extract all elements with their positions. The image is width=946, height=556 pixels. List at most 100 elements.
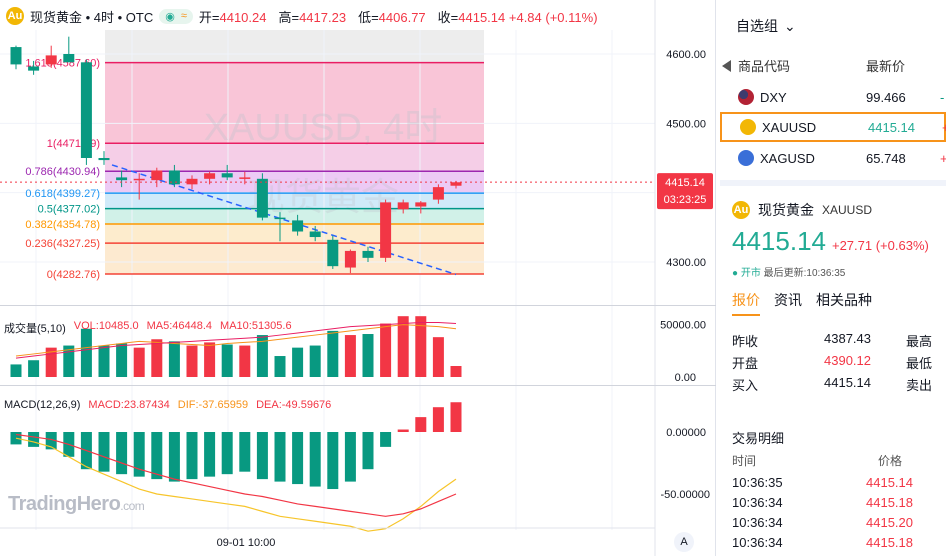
ma5-value: MA5:46448.4 <box>146 320 213 332</box>
fib-label: 0.786(4430.94) <box>25 166 100 178</box>
macd-legend-title: MACD(12,26,9) <box>4 399 81 411</box>
trade-time: 10:36:34 <box>732 515 783 530</box>
candle-body <box>362 250 374 258</box>
volume-bar <box>292 347 304 377</box>
bar-countdown: 03:23:25 <box>664 194 707 206</box>
macd-histogram-bar <box>168 432 180 482</box>
close-value: 4415.14 +4.84 (+0.11%) <box>458 9 598 25</box>
watchlist-change: + <box>940 150 946 166</box>
macd-histogram-bar <box>397 429 409 432</box>
detail-tabs: 报价 资讯 相关品种 <box>732 290 872 316</box>
candle-body <box>45 55 57 65</box>
trade-price: 4415.18 <box>866 535 913 550</box>
candle-body <box>28 66 40 71</box>
watermark-name: 现货黄金 <box>247 177 399 219</box>
macd-histogram-bar <box>344 432 356 482</box>
fib-zone <box>105 243 484 274</box>
candle-body <box>344 250 356 268</box>
chart-header: Au 现货黄金 • 4时 • OTC ◉ ≈ 开=4410.24 高=4417.… <box>0 0 660 32</box>
detail-change: +27.71 (+0.63%) <box>831 238 929 253</box>
macd-legend: MACD(12,26,9) MACD:23.87434 DIF:-37.6595… <box>4 399 331 411</box>
volume-tick: 50000.00 <box>660 320 706 332</box>
watchlist-selector[interactable]: 自选组 ⌄ <box>736 16 796 36</box>
logo-name: TradingHero <box>8 493 121 515</box>
volume-bar <box>432 337 444 377</box>
watchlist-price: 65.748 <box>866 150 906 166</box>
watchlist-price: 4415.14 <box>868 119 915 135</box>
volume-pane-divider[interactable] <box>0 305 716 306</box>
tab-news[interactable]: 资讯 <box>774 290 802 316</box>
symbol-title[interactable]: 现货黄金 • 4时 • OTC <box>30 7 153 26</box>
candle-body <box>239 177 251 179</box>
quote-key-2: 卖出 <box>906 378 933 393</box>
quote-key: 开盘 <box>732 356 759 371</box>
trade-price: 4415.18 <box>866 495 913 510</box>
dif-value: DIF:-37.65959 <box>177 399 249 411</box>
indicator-pill[interactable]: ◉ ≈ <box>159 8 193 24</box>
watchlist-row-xagusd[interactable]: XAGUSD 65.748 + <box>720 143 946 173</box>
detail-name: 现货黄金 <box>758 202 814 218</box>
detail-title: Au 现货黄金 XAUUSD <box>732 200 872 220</box>
dea-value: DEA:-49.59676 <box>256 399 332 411</box>
trades-col-time: 时间 <box>732 454 757 468</box>
quote-row: 开盘 4390.12 最低 <box>732 353 946 373</box>
right-panel: 自选组 ⌄ 商品代码 最新价 DXY 99.466 - XAUUSD 4415.… <box>720 0 946 556</box>
watchlist-code: XAUUSD <box>762 119 817 135</box>
macd-histogram-bar <box>98 432 110 472</box>
volume-bar <box>362 334 374 377</box>
detail-price: 4415.14 <box>732 226 826 256</box>
candle-body <box>204 173 216 179</box>
macd-histogram-bar <box>292 432 304 485</box>
chevron-down-icon[interactable]: ⌄ <box>784 18 796 35</box>
detail-price-block: 4415.14 +27.71 (+0.63%) <box>732 226 929 257</box>
volume-bar <box>327 330 339 377</box>
price-tick: 4500.00 <box>666 118 706 130</box>
candle-body <box>151 170 163 181</box>
watchlist-change: - <box>940 89 945 105</box>
macd-histogram-bar <box>28 432 40 447</box>
up-eye-icon[interactable]: ◉ <box>165 10 175 23</box>
candle-body <box>186 178 198 185</box>
chart-canvas[interactable]: XAUUSD, 4时现货黄金1.618(4587.60)1(4471.29)0.… <box>0 0 716 556</box>
trades-col-price: 价格 <box>878 454 903 468</box>
col-code: 商品代码 <box>738 59 791 74</box>
gold-coin-icon: Au <box>732 201 750 219</box>
candle-body <box>450 182 462 186</box>
candle-body <box>10 47 22 65</box>
tradinghero-logo: TradingHero.com <box>8 493 145 516</box>
quote-key-2: 最低 <box>906 356 933 371</box>
panel-divider[interactable] <box>720 180 946 186</box>
open-label: 开= <box>198 9 220 25</box>
candle-body <box>274 217 286 220</box>
quote-key: 买入 <box>732 378 759 393</box>
tab-related[interactable]: 相关品种 <box>816 290 872 316</box>
price-tick: 4600.00 <box>666 49 706 61</box>
macd-pane-divider[interactable] <box>0 385 716 386</box>
macd-histogram-bar <box>186 432 198 480</box>
macd-histogram-bar <box>415 417 427 432</box>
watchlist-row-xauusd[interactable]: XAUUSD 4415.14 + <box>720 112 946 142</box>
volume-bar <box>168 341 180 377</box>
chart-area[interactable]: XAUUSD, 4时 现货黄金 1.618(4587.60) 1(4471.29) 0.… <box>0 0 716 556</box>
volume-bar <box>344 335 356 377</box>
price-tick: 4300.00 <box>666 257 706 269</box>
watchlist-title[interactable]: 自选组 <box>736 16 778 36</box>
watchlist-code: XAGUSD <box>760 150 815 166</box>
fib-label: 0.5(4377.02) <box>38 204 100 216</box>
vol-value: VOL:10485.0 <box>73 320 139 332</box>
auto-scale-button[interactable]: A <box>674 532 694 552</box>
trade-time: 10:36:35 <box>732 475 783 490</box>
macd-histogram-bar <box>432 407 444 432</box>
volume-bar <box>380 323 392 377</box>
tab-quote[interactable]: 报价 <box>732 290 760 316</box>
fib-label: 0.236(4327.25) <box>25 238 100 250</box>
quote-value: 4387.43 <box>824 331 871 346</box>
fib-label: 1(4471.29) <box>47 138 100 150</box>
watchlist-code: DXY <box>760 89 787 105</box>
candle-body <box>221 173 233 178</box>
wave-icon[interactable]: ≈ <box>181 10 187 23</box>
candle-body <box>415 202 427 207</box>
watchlist-row-dxy[interactable]: DXY 99.466 - <box>720 82 946 112</box>
quote-value: 4415.14 <box>824 375 871 390</box>
trade-time: 10:36:34 <box>732 495 783 510</box>
